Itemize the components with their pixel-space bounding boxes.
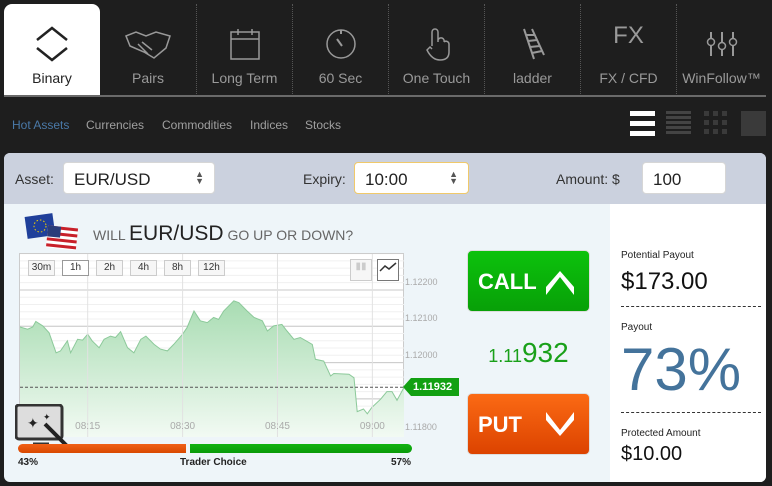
subnav-hot-assets[interactable]: Hot Assets	[12, 118, 69, 132]
binary-arrows-icon	[4, 24, 100, 64]
x-tick-label: 08:15	[75, 421, 100, 432]
trader-choice-bar	[18, 444, 412, 453]
divider	[621, 306, 761, 307]
tab-label: Binary	[32, 70, 72, 86]
tab-60-sec[interactable]: 60 Sec	[292, 4, 388, 96]
put-button[interactable]: PUT	[467, 393, 590, 455]
payout-label: Payout	[621, 322, 653, 333]
y-tick-label: 1.11800	[405, 422, 437, 433]
timeframe-2h[interactable]: 2h	[96, 260, 123, 276]
view-single-icon[interactable]	[741, 111, 766, 136]
potential-payout-label: Potential Payout	[621, 250, 694, 261]
price-area	[20, 300, 404, 437]
eur-usd-flags-icon	[23, 213, 81, 256]
asset-value: EUR/USD	[74, 170, 151, 189]
view-grid-icon[interactable]	[704, 111, 730, 142]
chart-canvas: 08:15 08:30 08:45 09:00	[20, 254, 404, 437]
view-list-large-icon[interactable]	[630, 110, 656, 141]
asset-label: Asset:	[15, 171, 54, 187]
trade-panel: Asset: EUR/USD ▲ ▼ Expiry: 10:00 ▲ ▼ Amount:…	[4, 153, 766, 482]
sliders-icon	[677, 24, 766, 64]
question-pre: WILL	[93, 227, 126, 243]
tab-label: One Touch	[402, 70, 471, 86]
expiry-label: Expiry:	[303, 171, 346, 187]
chevron-up-icon	[546, 271, 574, 295]
subnav-indices[interactable]: Indices	[250, 118, 288, 132]
asset-select[interactable]: EUR/USD ▲ ▼	[63, 162, 215, 194]
tab-ladder[interactable]: ladder	[484, 4, 580, 96]
amount-input[interactable]: 100	[642, 162, 726, 194]
fx-icon: FX	[613, 22, 644, 49]
tab-label: Pairs	[132, 70, 164, 86]
x-tick-label: 08:30	[170, 421, 195, 432]
expiry-select[interactable]: 10:00 ▲ ▼	[354, 162, 469, 194]
payout-percent: 73%	[621, 336, 742, 403]
svg-text:✦: ✦	[43, 412, 51, 422]
tab-label: FX / CFD	[599, 70, 658, 86]
trader-choice-label: Trader Choice	[180, 457, 247, 468]
x-tick-label: 09:00	[360, 421, 385, 432]
question-heading: WILL EUR/USD GO UP OR DOWN?	[93, 222, 353, 246]
price-chart[interactable]: 08:15 08:30 08:45 09:00 30m 1h 2h 4h 8h 12h…	[19, 253, 404, 437]
amount-label: Amount: $	[556, 171, 620, 187]
y-tick-label: 1.12200	[405, 276, 438, 287]
trade-form: Asset: EUR/USD ▲ ▼ Expiry: 10:00 ▲ ▼ Amount:…	[4, 153, 766, 204]
nav-divider	[4, 95, 766, 97]
protected-amount-value: $10.00	[621, 443, 683, 465]
timeframe-12h[interactable]: 12h	[198, 260, 225, 276]
subnav-commodities[interactable]: Commodities	[162, 118, 232, 132]
call-percent: 57%	[391, 457, 412, 468]
svg-text:✦: ✦	[27, 415, 39, 431]
select-arrows-icon: ▲ ▼	[449, 169, 458, 186]
current-price-tag: 1.11932	[403, 378, 459, 396]
tab-one-touch[interactable]: One Touch	[388, 4, 484, 96]
current-price: 1.11932	[467, 337, 590, 369]
tab-long-term[interactable]: Long Term	[196, 4, 292, 96]
tab-label: Long Term	[211, 70, 278, 86]
put-label: PUT	[478, 412, 522, 437]
tab-label: 60 Sec	[318, 70, 363, 86]
call-label: CALL	[478, 269, 537, 294]
price-prefix: 1.11	[488, 346, 522, 366]
x-tick-label: 08:45	[265, 421, 290, 432]
y-tick-label: 1.12100	[405, 313, 438, 324]
candlestick-chart-icon[interactable]: ▮▮	[350, 259, 372, 281]
timeframe-4h[interactable]: 4h	[130, 260, 157, 276]
select-arrows-icon: ▲ ▼	[195, 169, 204, 186]
y-tick-label: 1.12000	[405, 349, 438, 360]
magic-wand-icon[interactable]: ✦ ✦	[14, 403, 69, 448]
ladder-icon	[485, 24, 580, 64]
y-axis: 1.12200 1.12100 1.12000 1.11800	[405, 253, 445, 436]
tab-binary[interactable]: Binary	[4, 4, 100, 96]
handshake-icon	[100, 24, 196, 64]
chevron-down-icon	[546, 412, 574, 436]
calendar-icon	[197, 24, 292, 64]
subnav-stocks[interactable]: Stocks	[305, 118, 341, 132]
line-chart-icon[interactable]	[377, 259, 399, 281]
put-share-bar	[18, 444, 186, 453]
tab-label: ladder	[513, 70, 552, 86]
timeframe-8h[interactable]: 8h	[164, 260, 191, 276]
view-list-compact-icon[interactable]	[666, 111, 692, 142]
touch-hand-icon	[389, 24, 484, 64]
stopwatch-icon	[293, 24, 388, 64]
divider	[621, 412, 761, 413]
subnav-currencies[interactable]: Currencies	[86, 118, 144, 132]
tab-fx-cfd[interactable]: FX FX / CFD	[580, 4, 676, 96]
potential-payout-value: $173.00	[621, 268, 708, 295]
tab-winfollow[interactable]: WinFollow™	[676, 4, 766, 96]
tab-label: WinFollow™	[682, 70, 761, 86]
question-post: GO UP OR DOWN?	[227, 227, 354, 243]
price-suffix: 932	[521, 337, 569, 368]
call-button[interactable]: CALL	[467, 250, 590, 312]
call-share-bar	[189, 444, 412, 453]
timeframe-1h[interactable]: 1h	[62, 260, 89, 276]
protected-amount-label: Protected Amount	[621, 428, 701, 439]
tab-pairs[interactable]: Pairs	[100, 4, 196, 96]
question-asset: EUR/USD	[129, 222, 224, 245]
timeframe-30m[interactable]: 30m	[28, 260, 55, 276]
put-percent: 43%	[18, 457, 39, 468]
expiry-value: 10:00	[365, 170, 408, 189]
